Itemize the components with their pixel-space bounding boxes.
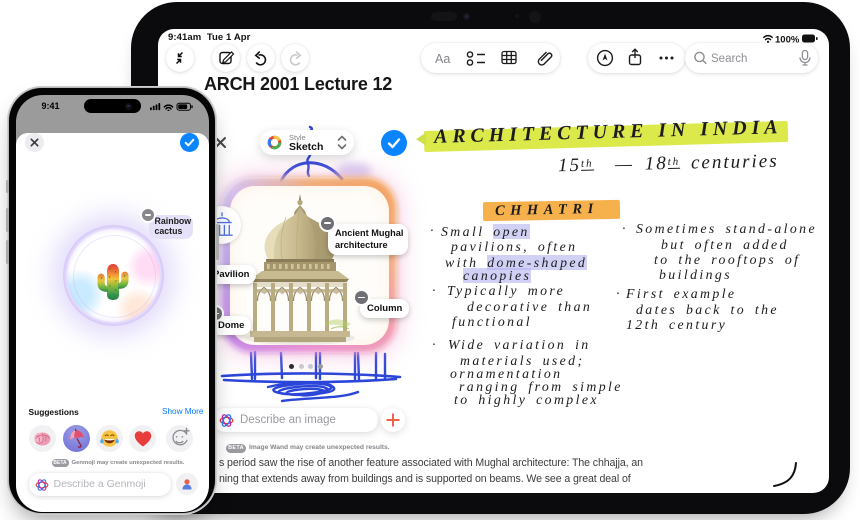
svg-text:Search: Search <box>711 53 747 65</box>
svg-text:Aa: Aa <box>435 52 450 66</box>
